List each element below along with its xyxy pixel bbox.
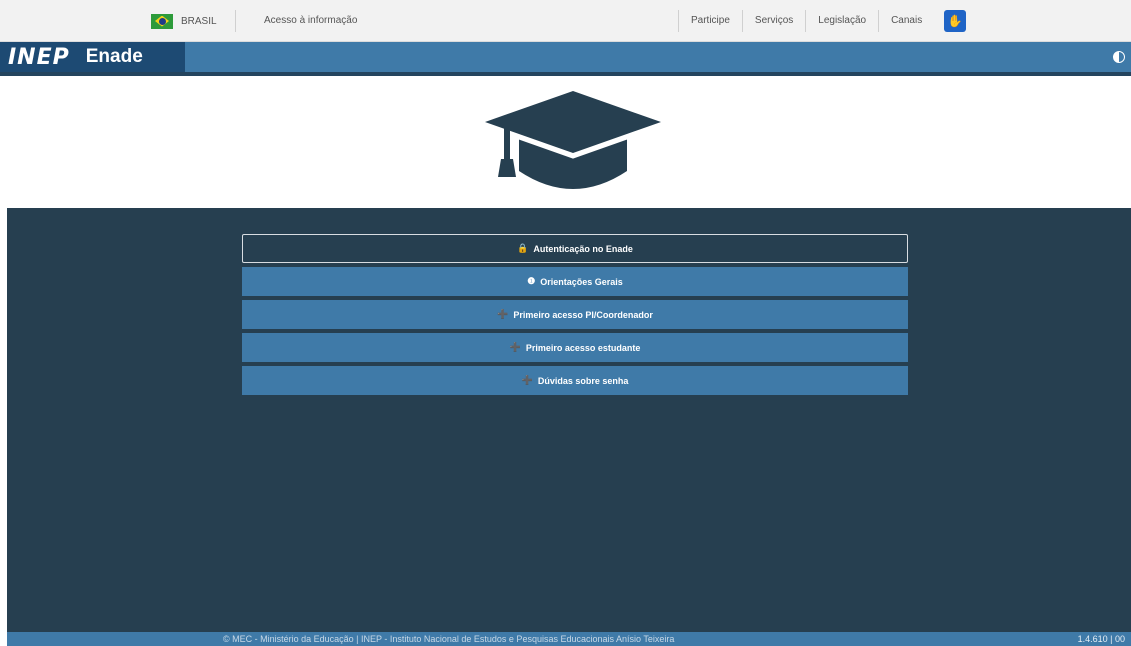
primeiro-acesso-coordenador-label: Primeiro acesso PI/Coordenador xyxy=(513,309,653,320)
servicos-link[interactable]: Serviços xyxy=(741,10,805,32)
hero-banner xyxy=(0,76,1131,208)
version-label: 1.4.610 | 00 xyxy=(1077,634,1125,644)
plus-icon: ➕ xyxy=(509,342,521,352)
autenticacao-button[interactable]: 🔒 Autenticação no Enade xyxy=(242,234,908,263)
info-icon: ❶ xyxy=(527,276,536,286)
brazil-flag-icon xyxy=(151,13,173,29)
footer: © MEC - Ministério da Educação | INEP - … xyxy=(7,632,1131,646)
main-panel: 🔒 Autenticação no Enade ❶ Orientações Ge… xyxy=(7,208,1131,632)
autenticacao-label: Autenticação no Enade xyxy=(533,243,633,254)
footer-text: © MEC - Ministério da Educação | INEP - … xyxy=(223,634,675,644)
access-menu: 🔒 Autenticação no Enade ❶ Orientações Ge… xyxy=(242,234,908,399)
graduation-cap-icon xyxy=(485,91,661,189)
lock-icon: 🔒 xyxy=(517,243,529,253)
primeiro-acesso-estudante-button[interactable]: ➕ Primeiro acesso estudante xyxy=(242,333,908,362)
primeiro-acesso-estudante-label: Primeiro acesso estudante xyxy=(525,342,641,353)
plus-icon: ➕ xyxy=(497,309,509,319)
legislacao-link[interactable]: Legislação xyxy=(805,10,878,32)
duvidas-senha-button[interactable]: ➕ Dúvidas sobre senha xyxy=(242,366,908,395)
acesso-informacao-link[interactable]: Acesso à informação xyxy=(264,15,357,26)
inep-logo: INEP xyxy=(8,44,70,70)
orientacoes-button[interactable]: ❶ Orientações Gerais xyxy=(242,267,908,296)
duvidas-senha-label: Dúvidas sobre senha xyxy=(537,375,629,386)
participe-link[interactable]: Participe xyxy=(678,10,742,32)
orientacoes-label: Orientações Gerais xyxy=(540,276,623,287)
vlibras-hand-icon[interactable]: ✋ xyxy=(944,10,967,32)
contrast-icon[interactable] xyxy=(1113,51,1125,63)
app-header: INEP Enade xyxy=(0,42,1131,76)
primeiro-acesso-coordenador-button[interactable]: ➕ Primeiro acesso PI/Coordenador xyxy=(242,300,908,329)
plus-icon: ➕ xyxy=(521,375,533,385)
brasil-label: BRASIL xyxy=(181,15,217,27)
brasil-link[interactable]: BRASIL xyxy=(151,10,236,32)
gov-bar: BRASIL Acesso à informação Participe Ser… xyxy=(0,0,1131,42)
canais-link[interactable]: Canais xyxy=(878,10,934,32)
gov-right-links: Participe Serviços Legislação Canais ✋ xyxy=(678,10,967,32)
app-logo[interactable]: INEP Enade xyxy=(0,42,185,72)
app-title: Enade xyxy=(85,46,143,67)
